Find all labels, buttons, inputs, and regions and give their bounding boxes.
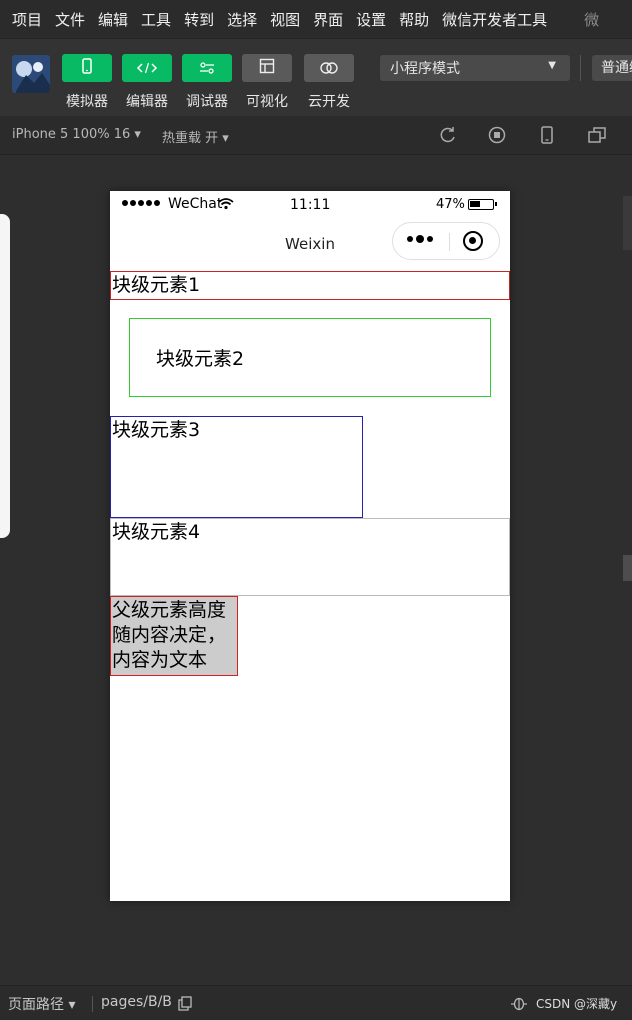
simulator-button[interactable]	[62, 54, 112, 82]
side-panel-edge	[0, 214, 10, 538]
nav-bar: Weixin	[110, 219, 510, 269]
device-bar: iPhone 5 100% 16 ▾ 热重载 开 ▾	[0, 116, 632, 155]
menu-item-help[interactable]: 帮助	[391, 9, 434, 30]
phone-icon	[80, 58, 94, 78]
debugger-button[interactable]	[182, 54, 232, 82]
mode-select[interactable]: 小程序模式 ▼	[380, 55, 570, 81]
capsule-menu	[392, 222, 500, 260]
watermark: CSDN @深藏y	[536, 997, 618, 1011]
stop-icon[interactable]	[487, 125, 507, 145]
layout-icon	[259, 58, 275, 78]
status-bar: WeChat 11:11 47%	[110, 191, 510, 219]
bug-icon[interactable]	[510, 995, 528, 1015]
compile-select[interactable]: 普通编	[592, 55, 632, 81]
copy-icon[interactable]	[178, 996, 192, 1015]
block-element-4: 块级元素4	[110, 518, 510, 596]
scrollbar-track	[623, 196, 632, 250]
block-element-3: 块级元素3	[110, 416, 363, 518]
visualize-button[interactable]	[242, 54, 292, 82]
carrier-label: WeChat	[168, 196, 223, 212]
debug-icon	[199, 59, 215, 78]
menu-item-settings[interactable]: 设置	[348, 9, 391, 30]
phone-preview-icon[interactable]	[537, 125, 557, 145]
chevron-down-icon: ▼	[548, 60, 556, 71]
menu-item-edit[interactable]: 编辑	[90, 9, 133, 30]
visualize-label: 可视化	[246, 94, 288, 110]
menu-item-goto[interactable]: 转到	[176, 9, 219, 30]
editor-button[interactable]	[122, 54, 172, 82]
device-select[interactable]: iPhone 5 100% 16 ▾	[12, 127, 141, 142]
more-icon[interactable]	[407, 235, 433, 243]
close-target-icon[interactable]	[463, 231, 483, 251]
page-path: pages/B/B	[101, 994, 172, 1010]
window-title: 微	[584, 10, 600, 29]
menu-bar: 项目 文件 编辑 工具 转到 选择 视图 界面 设置 帮助 微信开发者工具 微	[0, 0, 632, 38]
menu-item-devtools[interactable]: 微信开发者工具	[434, 9, 552, 30]
menu-item-project[interactable]: 项目	[0, 9, 47, 30]
signal-icon	[122, 200, 160, 206]
wifi-icon	[218, 197, 234, 214]
menu-item-file[interactable]: 文件	[47, 9, 90, 30]
parent-text-block: 父级元素高度随内容决定，内容为文本	[110, 596, 238, 676]
menu-item-view[interactable]: 视图	[262, 9, 305, 30]
hot-reload-toggle[interactable]: 热重载 开 ▾	[162, 127, 229, 146]
cloud-icon	[319, 59, 339, 78]
menu-item-interface[interactable]: 界面	[305, 9, 348, 30]
code-icon	[136, 59, 158, 78]
menu-item-select[interactable]: 选择	[219, 9, 262, 30]
bottom-bar: 页面路径 ▾ pages/B/B CSDN @深藏y	[0, 985, 632, 1020]
bottom-divider	[92, 996, 93, 1012]
status-time: 11:11	[290, 197, 331, 213]
scrollbar-thumb[interactable]	[623, 555, 632, 581]
menu-item-tools[interactable]: 工具	[133, 9, 176, 30]
detach-window-icon[interactable]	[587, 125, 607, 145]
block-element-1: 块级元素1	[110, 271, 510, 300]
block-element-2: 块级元素2	[129, 318, 491, 397]
battery-icon	[468, 199, 497, 210]
page-route-select[interactable]: 页面路径 ▾	[8, 994, 75, 1014]
capsule-divider	[449, 233, 450, 251]
avatar[interactable]	[12, 55, 50, 93]
mode-select-value: 小程序模式	[390, 61, 460, 77]
toolbar-divider	[580, 55, 581, 81]
battery-percent: 47%	[436, 197, 465, 212]
cloud-dev-button[interactable]	[304, 54, 354, 82]
toolbar: 模拟器 编辑器 调试器 可视化 云开发 小程序模式 ▼ 普通编	[0, 38, 632, 117]
phone-screen: WeChat 11:11 47% Weixin 块级元素1 块级元素2 块级元素…	[110, 191, 510, 901]
refresh-icon[interactable]	[438, 125, 458, 145]
cloud-dev-label: 云开发	[308, 94, 350, 110]
